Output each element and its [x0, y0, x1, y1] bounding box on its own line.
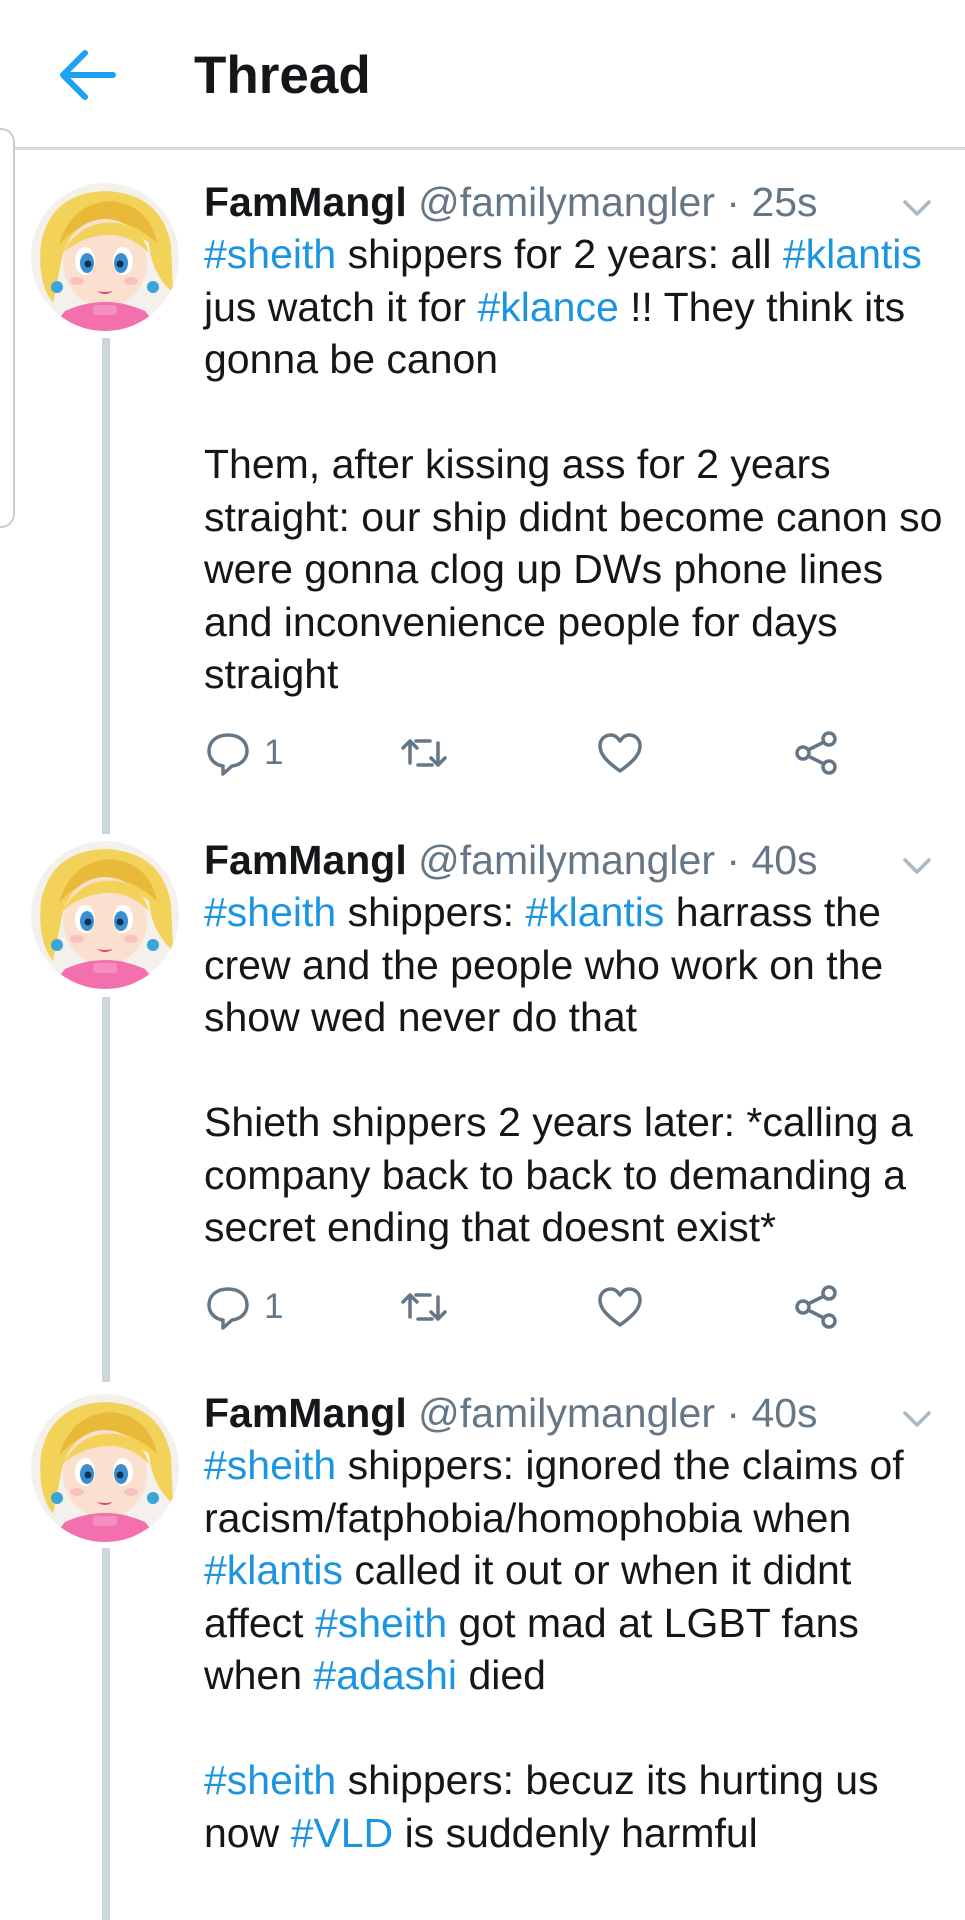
tweet-actions: 1	[204, 1279, 864, 1335]
hashtag-link[interactable]: #klance	[477, 284, 618, 330]
tweet-text-segment: shippers:	[336, 889, 526, 935]
back-button[interactable]	[50, 38, 124, 112]
hashtag-link[interactable]: #VLD	[291, 1810, 394, 1856]
like-button[interactable]	[596, 1279, 644, 1335]
tweet-paragraph: #sheith shippers: becuz its hurting us n…	[204, 1754, 944, 1859]
share-icon	[795, 731, 837, 775]
hashtag-link[interactable]: #klantis	[783, 231, 922, 277]
tweet-actions: 1	[204, 725, 864, 781]
avatar[interactable]	[31, 1394, 179, 1542]
retweet-icon	[401, 1293, 447, 1321]
tweet-paragraph: #sheith shippers for 2 years: all #klant…	[204, 228, 944, 386]
chevron-down-icon	[903, 200, 931, 216]
tweet-paragraph: Them, after kissing ass for 2 years stra…	[204, 438, 944, 701]
separator: ·	[726, 179, 741, 225]
heart-icon	[598, 1287, 642, 1327]
hashtag-link[interactable]: #sheith	[204, 1442, 336, 1488]
hashtag-link[interactable]: #klantis	[204, 1547, 343, 1593]
hashtag-link[interactable]: #sheith	[204, 889, 336, 935]
tweet-text-segment: Them, after kissing ass for 2 years stra…	[204, 441, 943, 697]
page-title: Thread	[194, 46, 371, 105]
hashtag-link[interactable]: #sheith	[204, 1757, 336, 1803]
avatar-image	[31, 183, 179, 331]
tweet-text: #sheith shippers: ignored the claims of …	[204, 1439, 944, 1859]
retweet-button[interactable]	[400, 725, 448, 781]
tweet-text-segment: died	[457, 1652, 546, 1698]
tweet-menu-button[interactable]	[899, 190, 935, 226]
display-name[interactable]: FamMangl	[204, 1390, 407, 1436]
tweet-text-segment: jus watch it for	[204, 283, 478, 330]
avatar-image	[31, 841, 179, 989]
reply-button[interactable]: 1	[204, 1279, 283, 1335]
share-button[interactable]	[792, 725, 840, 781]
hashtag-link[interactable]: #sheith	[315, 1600, 447, 1646]
like-button[interactable]	[596, 725, 644, 781]
tweet-header: FamMangl @familymangler · 40s	[204, 1387, 818, 1439]
display-name[interactable]: FamMangl	[204, 179, 407, 225]
tweet-paragraph: #sheith shippers: ignored the claims of …	[204, 1439, 944, 1702]
chevron-down-icon	[903, 1411, 931, 1427]
avatar[interactable]	[31, 183, 179, 331]
hashtag-link[interactable]: #sheith	[204, 231, 336, 277]
reply-count: 1	[264, 1287, 284, 1326]
speech-bubble-icon	[207, 1287, 249, 1330]
tweet-menu-button[interactable]	[899, 848, 935, 884]
thread-connector-line	[102, 338, 110, 834]
heart-icon	[598, 733, 642, 773]
display-name[interactable]: FamMangl	[204, 837, 407, 883]
tweet-menu-button[interactable]	[899, 1401, 935, 1437]
tweet-header: FamMangl @familymangler · 25s	[204, 176, 818, 228]
share-icon	[795, 1285, 837, 1329]
chevron-down-icon	[903, 858, 931, 874]
avatar[interactable]	[31, 841, 179, 989]
thread-connector-line	[102, 997, 110, 1382]
hashtag-link[interactable]: #adashi	[313, 1652, 457, 1698]
avatar-image	[31, 1394, 179, 1542]
user-handle[interactable]: @familymangler	[418, 179, 715, 225]
tweet-text: #sheith shippers: #klantis harrass the c…	[204, 886, 944, 1254]
tweet-text-segment: Shieth shippers 2 years later: *calling …	[204, 1099, 913, 1250]
separator: ·	[726, 837, 741, 883]
thread-header: Thread	[0, 0, 965, 150]
thread-connector-line	[102, 1548, 110, 1920]
tweet-paragraph: Shieth shippers 2 years later: *calling …	[204, 1096, 944, 1254]
hashtag-link[interactable]: #klantis	[525, 889, 664, 935]
tweet-text: #sheith shippers for 2 years: all #klant…	[204, 228, 944, 701]
user-handle[interactable]: @familymangler	[418, 837, 715, 883]
timestamp[interactable]: 25s	[751, 179, 817, 225]
share-button[interactable]	[792, 1279, 840, 1335]
tweet-paragraph: #sheith shippers: #klantis harrass the c…	[204, 886, 944, 1044]
tweet-text-segment: shippers for 2 years: all	[336, 231, 783, 277]
reply-count: 1	[264, 733, 284, 772]
retweet-button[interactable]	[400, 1279, 448, 1335]
speech-bubble-icon	[207, 733, 249, 776]
timestamp[interactable]: 40s	[751, 837, 817, 883]
retweet-icon	[401, 739, 447, 767]
tweet-text-segment: is suddenly harmful	[393, 1809, 758, 1856]
tweet-header: FamMangl @familymangler · 40s	[204, 834, 818, 886]
user-handle[interactable]: @familymangler	[418, 1390, 715, 1436]
side-panel-handle[interactable]	[0, 128, 15, 528]
arrow-left-icon	[60, 50, 116, 100]
separator: ·	[726, 1390, 741, 1436]
reply-button[interactable]: 1	[204, 725, 283, 781]
timestamp[interactable]: 40s	[751, 1390, 817, 1436]
